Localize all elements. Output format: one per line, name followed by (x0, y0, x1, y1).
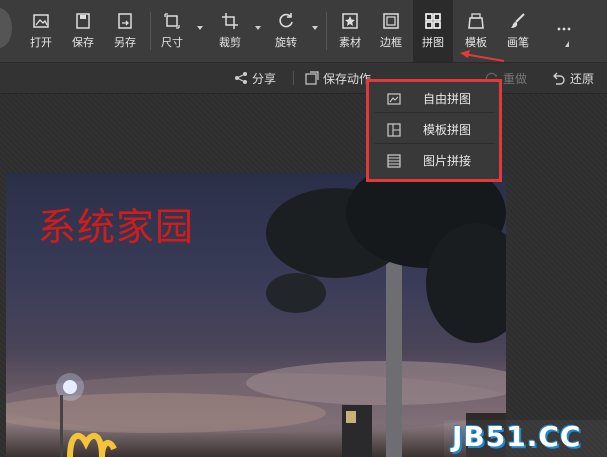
image-stitch-icon (387, 153, 401, 168)
material-label: 素材 (339, 36, 361, 49)
share-button[interactable]: 分享 (234, 63, 276, 93)
menu-item-image-stitch[interactable]: 图片拼接 (375, 147, 495, 174)
open-button[interactable]: 打开 (28, 0, 54, 62)
restore-label: 还原 (570, 71, 595, 86)
template-icon (468, 13, 484, 29)
save-button[interactable]: 保存 (69, 0, 97, 62)
save-as-icon (118, 13, 132, 29)
template-collage-icon (387, 122, 401, 137)
overlay-watermark-text: 系统家园 (38, 205, 195, 249)
subbar-separator (293, 71, 294, 85)
save-icon (76, 13, 90, 29)
size-label: 尺寸 (161, 36, 183, 49)
save-action-label: 保存动作 (323, 71, 372, 86)
menu-item-label: 图片拼接 (423, 154, 472, 168)
material-button[interactable]: 素材 (336, 0, 364, 62)
crop-dropdown-caret[interactable] (255, 26, 261, 30)
rotate-dropdown-caret[interactable] (312, 26, 318, 30)
site-watermark: JB51.CC (452, 420, 582, 453)
brush-icon (511, 13, 525, 28)
crop-label: 裁剪 (219, 36, 241, 49)
more-icon (557, 27, 571, 31)
menu-item-free-collage[interactable]: 自由拼图 (375, 85, 495, 113)
save-as-label: 另存 (114, 36, 136, 49)
save-as-button[interactable]: 另存 (111, 0, 139, 62)
material-icon (342, 13, 358, 29)
annotation-arrow (460, 50, 505, 62)
collage-button[interactable]: 拼图 (413, 0, 453, 62)
collage-label: 拼图 (422, 36, 444, 49)
border-label: 边框 (380, 36, 402, 49)
app-logo (0, 8, 12, 48)
collage-dropdown-menu: 自由拼图 模板拼图 图片拼接 (366, 79, 502, 182)
restore-icon (553, 72, 565, 85)
crop-button[interactable]: 裁剪 (216, 0, 244, 62)
template-label: 模板 (465, 36, 487, 49)
rotate-button[interactable]: 旋转 (272, 0, 300, 62)
save-action-button[interactable]: 保存动作 (305, 63, 371, 93)
redo-label: 重做 (503, 71, 528, 86)
size-button[interactable]: 尺寸 (158, 0, 186, 62)
menu-item-label: 模板拼图 (423, 123, 472, 137)
rotate-label: 旋转 (275, 36, 297, 49)
open-icon (33, 14, 49, 28)
save-action-icon (305, 71, 319, 85)
share-icon (235, 72, 247, 84)
brush-button[interactable]: 画笔 (504, 0, 532, 62)
toolbar-separator (150, 12, 151, 50)
brush-label: 画笔 (507, 36, 529, 49)
expand-corner-icon[interactable] (565, 41, 569, 47)
save-label: 保存 (72, 36, 94, 49)
free-collage-icon (387, 92, 401, 105)
crop-icon (222, 13, 238, 29)
menu-item-template-collage[interactable]: 模板拼图 (375, 116, 495, 144)
rotate-icon (279, 13, 293, 28)
size-icon (164, 13, 180, 29)
open-label: 打开 (30, 36, 52, 49)
toolbar-separator (326, 12, 327, 50)
size-dropdown-caret[interactable] (197, 26, 203, 30)
restore-button[interactable]: 还原 (552, 63, 594, 93)
main-toolbar: 打开 保存 另存 尺寸 裁剪 旋转 素材 边框 拼图 模板 画笔 (0, 0, 607, 63)
share-label: 分享 (252, 71, 277, 86)
menu-item-label: 自由拼图 (423, 92, 472, 106)
border-icon (383, 13, 399, 29)
border-button[interactable]: 边框 (377, 0, 405, 62)
more-button[interactable] (550, 0, 578, 62)
secondary-toolbar: 分享 保存动作 重做 还原 (0, 63, 607, 94)
collage-icon (425, 13, 441, 29)
